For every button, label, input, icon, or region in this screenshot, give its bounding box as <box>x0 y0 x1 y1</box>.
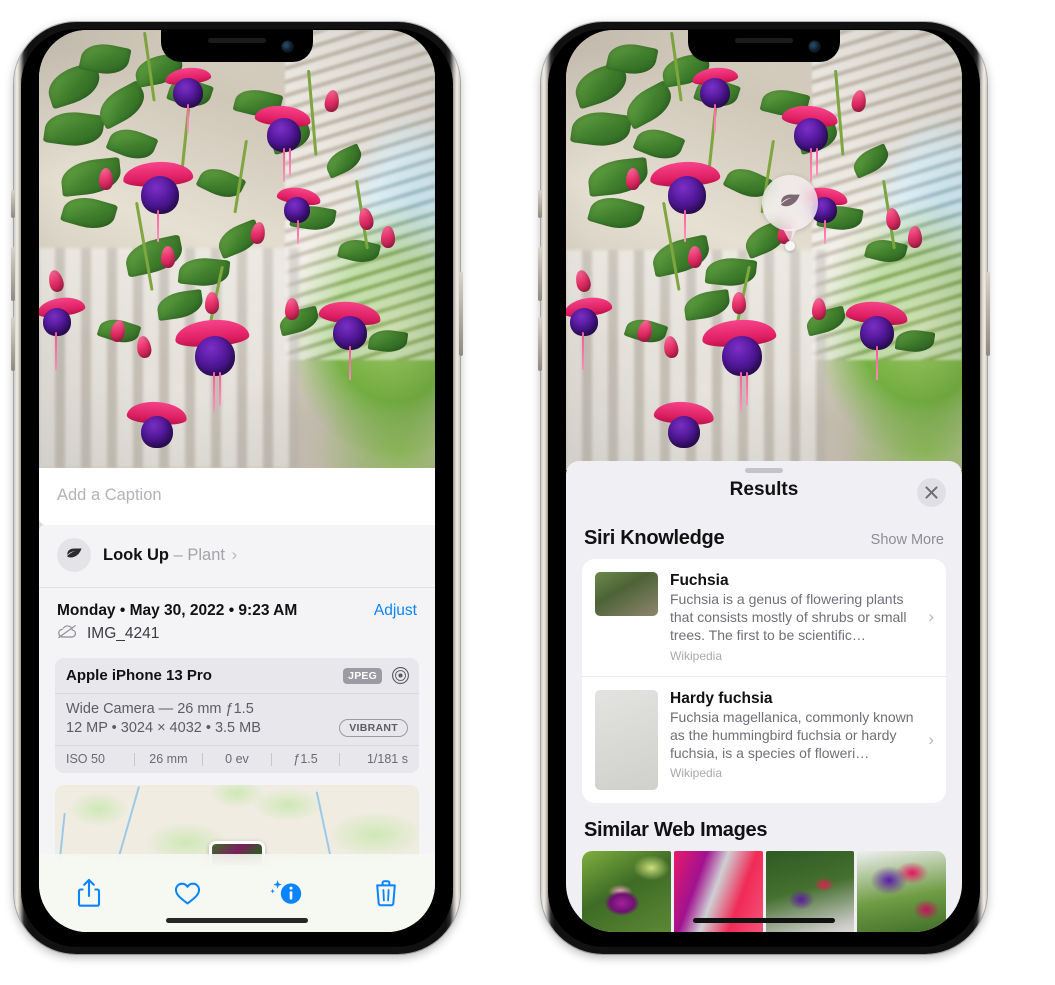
knowledge-source: Wikipedia <box>670 766 723 781</box>
favorite-button[interactable] <box>138 881 237 906</box>
lens-info: Wide Camera — 26 mm ƒ1.5 <box>66 701 254 717</box>
look-up-row[interactable]: ✦ ✦ Look Up – Plant › <box>39 518 435 588</box>
look-up-dash: – <box>173 545 183 564</box>
volume-down-button[interactable] <box>538 317 542 371</box>
info-sparkle-icon <box>269 880 301 904</box>
adjust-button[interactable]: Adjust <box>374 602 417 620</box>
show-more-button[interactable]: Show More <box>871 532 944 548</box>
side-power-button[interactable] <box>986 272 990 356</box>
chevron-right-icon: › <box>928 607 934 627</box>
siri-knowledge-card: Fuchsia Fuchsia is a genus of flowering … <box>582 559 946 803</box>
info-button[interactable] <box>237 878 336 908</box>
share-button[interactable] <box>39 878 138 908</box>
exif-shutter: 1/181 s <box>366 752 408 766</box>
trash-icon <box>375 880 396 907</box>
exif-aperture: ƒ1.5 <box>293 752 318 766</box>
heart-icon <box>174 882 201 905</box>
look-up-subject: Plant <box>187 545 225 564</box>
web-image-thumbnail[interactable] <box>582 850 671 932</box>
photo-viewer[interactable] <box>39 30 435 468</box>
exif-focal: 26 mm <box>149 752 188 766</box>
photo-vignette <box>39 30 435 468</box>
knowledge-description: Fuchsia is a genus of flowering plants t… <box>670 591 907 643</box>
camera-card-body: Wide Camera — 26 mm ƒ1.5 12 MP • 3024 × … <box>55 694 419 746</box>
left-screen: Add a Caption ✦ ✦ Look Up – Plant › <box>39 30 435 932</box>
delete-button[interactable] <box>336 879 435 907</box>
aperture-icon <box>391 666 410 685</box>
similar-web-images-title: Similar Web Images <box>584 818 768 841</box>
volume-up-button[interactable] <box>11 247 15 301</box>
file-size-info: 12 MP • 3024 × 4032 • 3.5 MB <box>66 720 261 736</box>
volume-up-button[interactable] <box>538 247 542 301</box>
earpiece-speaker <box>208 38 266 43</box>
home-indicator[interactable] <box>166 918 308 923</box>
iphone-right-device: Results Siri Knowledge Show More Fuchsia… <box>538 22 990 954</box>
right-screen: Results Siri Knowledge Show More Fuchsia… <box>566 30 962 932</box>
results-title: Results <box>729 479 799 500</box>
exif-iso: ISO 50 <box>66 752 105 766</box>
earpiece-speaker <box>735 38 793 43</box>
siri-knowledge-title: Siri Knowledge <box>584 527 725 549</box>
mute-switch[interactable] <box>538 190 542 218</box>
web-image-thumbnail[interactable] <box>857 850 946 932</box>
knowledge-source: Wikipedia <box>670 648 723 663</box>
photo-date: Monday • May 30, 2022 • 9:23 AM <box>57 602 298 619</box>
results-sheet: Results Siri Knowledge Show More Fuchsia… <box>566 461 962 932</box>
mute-switch[interactable] <box>11 190 15 218</box>
photo-vignette <box>566 30 962 470</box>
exif-ev: 0 ev <box>225 752 249 766</box>
photographic-style-badge: VIBRANT <box>339 719 408 737</box>
list-item[interactable]: Hardy fuchsia Fuchsia magellanica, commo… <box>582 675 946 803</box>
hardy-fuchsia-specimen-thumbnail <box>595 689 658 790</box>
leaf-icon[interactable] <box>762 175 818 231</box>
badge-anchor-dot <box>785 241 795 251</box>
share-icon <box>77 878 100 907</box>
list-item[interactable]: Fuchsia Fuchsia is a genus of flowering … <box>582 559 946 676</box>
device-notch <box>161 30 313 62</box>
filename-row: IMG_4241 <box>39 620 435 656</box>
caption-input[interactable]: Add a Caption <box>39 468 435 525</box>
knowledge-title: Fuchsia <box>670 572 729 589</box>
screenshot-canvas: Add a Caption ✦ ✦ Look Up – Plant › <box>0 0 1055 985</box>
chevron-right-icon: › <box>231 545 238 564</box>
caption-placeholder: Add a Caption <box>57 486 162 504</box>
front-camera-icon <box>282 41 293 52</box>
format-badge: JPEG <box>343 667 382 684</box>
fuchsia-red-flowers-thumbnail <box>595 572 658 616</box>
exif-row: ISO 50 26 mm 0 ev ƒ1.5 1/181 s <box>55 746 419 773</box>
location-map-preview[interactable] <box>55 785 419 865</box>
similar-web-images-header: Similar Web Images <box>566 803 962 851</box>
knowledge-description: Fuchsia magellanica, commonly known as t… <box>670 708 914 761</box>
device-notch <box>688 30 840 62</box>
siri-knowledge-header: Siri Knowledge Show More <box>566 519 962 559</box>
close-icon[interactable] <box>917 478 946 507</box>
look-up-title: Look Up <box>103 545 169 564</box>
visual-look-up-badge[interactable] <box>762 175 818 251</box>
camera-model: Apple iPhone 13 Pro <box>66 667 212 684</box>
icloud-slash-icon <box>57 624 78 644</box>
volume-down-button[interactable] <box>11 317 15 371</box>
iphone-left-device: Add a Caption ✦ ✦ Look Up – Plant › <box>11 22 463 954</box>
results-header: Results <box>566 461 962 519</box>
leaf-icon <box>57 538 91 572</box>
photo-filename: IMG_4241 <box>87 625 160 642</box>
knowledge-title: Hardy fuchsia <box>670 689 773 707</box>
photo-viewer[interactable] <box>566 30 962 470</box>
front-camera-icon <box>809 41 820 52</box>
look-up-label: Look Up – Plant › <box>103 546 237 565</box>
camera-card-header: Apple iPhone 13 Pro JPEG <box>55 658 419 694</box>
chevron-right-icon: › <box>928 729 934 749</box>
home-indicator[interactable] <box>693 918 835 923</box>
side-power-button[interactable] <box>459 272 463 356</box>
metadata-row: Monday • May 30, 2022 • 9:23 AM Adjust <box>39 588 435 620</box>
camera-info-card: Apple iPhone 13 Pro JPEG Wide Camera — 2… <box>55 658 419 773</box>
